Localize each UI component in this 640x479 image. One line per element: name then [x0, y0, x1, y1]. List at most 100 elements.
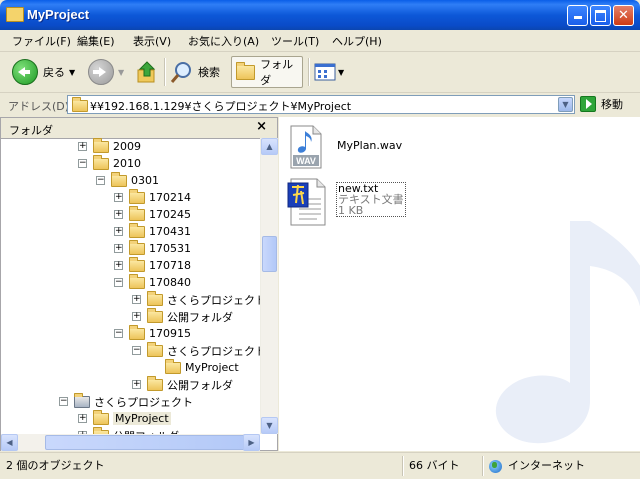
status-divider: [402, 456, 404, 476]
network-share-icon: [74, 392, 90, 408]
forward-button[interactable]: ▼: [88, 57, 124, 87]
folder-icon: [165, 358, 181, 374]
expand-icon[interactable]: +: [114, 244, 123, 253]
tree-node[interactable]: +公開フォルダ: [132, 307, 233, 325]
back-arrow-icon: [12, 59, 38, 85]
tree-node[interactable]: − 170915: [114, 324, 191, 342]
collapse-icon[interactable]: −: [114, 329, 123, 338]
folder-icon: [6, 7, 24, 22]
tree-node-label: さくらプロジェクト: [94, 395, 193, 409]
zone-label: インターネット: [508, 459, 585, 472]
scroll-thumb[interactable]: [262, 236, 277, 272]
folders-label: フォルダ: [260, 58, 294, 87]
tree-node[interactable]: − さくらプロジェクト: [132, 341, 260, 359]
address-input[interactable]: ¥¥192.168.1.129¥さくらプロジェクト¥MyProject ▼: [67, 95, 575, 114]
tree-node[interactable]: +2009: [78, 138, 141, 155]
folder-icon: [129, 222, 145, 238]
folder-icon: [129, 273, 145, 289]
expand-icon[interactable]: +: [114, 227, 123, 236]
scroll-down-button[interactable]: ▼: [261, 417, 278, 434]
search-button[interactable]: 検索: [170, 57, 220, 87]
maximize-icon: [595, 10, 606, 22]
file-name: MyPlan.wav: [337, 139, 403, 152]
expand-icon[interactable]: +: [132, 380, 141, 389]
menu-bar: ファイル(F) 編集(E) 表示(V) お気に入り(A) ツール(T) ヘルプ(…: [0, 30, 640, 77]
explorer-window: MyProject ✕ ファイル(F) 編集(E) 表示(V) お気に入り(A)…: [0, 0, 640, 479]
folder-icon: [236, 61, 256, 80]
expand-icon[interactable]: +: [114, 261, 123, 270]
folders-button[interactable]: フォルダ: [231, 56, 303, 88]
tree-node[interactable]: − 2010: [78, 154, 141, 172]
tree-node-label: MyProject: [113, 412, 171, 425]
tree-node[interactable]: +170531: [114, 239, 191, 257]
tree-horizontal-scrollbar[interactable]: ◀ ▶: [1, 434, 260, 451]
expand-icon[interactable]: +: [114, 193, 123, 202]
up-folder-button[interactable]: [136, 57, 158, 87]
minimize-icon: [573, 16, 582, 19]
tree-vertical-scrollbar[interactable]: ▲ ▼: [260, 138, 278, 434]
expand-icon[interactable]: +: [114, 210, 123, 219]
address-dropdown-button[interactable]: ▼: [558, 97, 573, 112]
expand-icon[interactable]: +: [78, 142, 87, 151]
collapse-icon[interactable]: −: [78, 159, 87, 168]
folder-icon: [93, 138, 109, 153]
menu-favorites[interactable]: お気に入り(A): [188, 33, 259, 49]
close-button[interactable]: ✕: [613, 5, 634, 26]
tree-node[interactable]: − 170840: [114, 273, 191, 291]
chevron-down-icon: ▼: [118, 67, 125, 77]
tree-node[interactable]: MyProject: [150, 358, 239, 376]
tree-node[interactable]: + MyProject: [78, 409, 171, 427]
collapse-icon[interactable]: −: [59, 397, 68, 406]
collapse-icon[interactable]: −: [114, 278, 123, 287]
tree-node[interactable]: +170245: [114, 205, 191, 223]
folder-icon: [129, 324, 145, 340]
folder-pane-title: フォルダ: [9, 124, 53, 137]
scroll-up-button[interactable]: ▲: [261, 138, 278, 155]
views-button[interactable]: ▼: [314, 57, 344, 87]
tree-node[interactable]: +170214: [114, 188, 191, 206]
back-button[interactable]: 戻る ▼: [12, 57, 75, 87]
toolbar-separator: [164, 58, 166, 86]
folder-icon: [111, 171, 127, 187]
file-item-txt[interactable]: new.txt テキスト文書 1 KB: [287, 177, 487, 229]
maximize-button[interactable]: [590, 5, 611, 26]
go-button[interactable]: 移動: [580, 96, 623, 112]
close-pane-button[interactable]: ×: [256, 119, 267, 134]
tree-node[interactable]: + さくらプロジェクト: [132, 290, 260, 308]
forward-arrow-icon: [88, 59, 114, 85]
menu-help[interactable]: ヘルプ(H): [332, 33, 382, 49]
menu-file[interactable]: ファイル(F): [12, 33, 71, 49]
scroll-left-button[interactable]: ◀: [1, 434, 18, 451]
tree-node[interactable]: +公開フォルダ: [132, 375, 233, 393]
tree-node[interactable]: +公開フォルダ: [78, 426, 179, 434]
title-bar[interactable]: MyProject ✕: [0, 0, 640, 30]
music-note-watermark-icon: [495, 221, 640, 444]
file-list-pane[interactable]: WAV MyPlan.wav new.txt テキスト文書 1 KB: [279, 117, 640, 451]
folder-icon: [129, 239, 145, 255]
file-item-wav[interactable]: WAV MyPlan.wav: [289, 125, 489, 173]
tree-node[interactable]: − さくらプロジェクト: [59, 392, 193, 410]
menu-edit[interactable]: 編集(E): [77, 33, 115, 49]
address-bar: アドレス(D) ¥¥192.168.1.129¥さくらプロジェクト¥MyProj…: [0, 93, 640, 117]
collapse-icon[interactable]: −: [132, 346, 141, 355]
folder-icon: [147, 375, 163, 391]
folder-icon: [129, 256, 145, 272]
total-size: 66 バイト: [409, 459, 460, 472]
minimize-button[interactable]: [567, 5, 588, 26]
collapse-icon[interactable]: −: [96, 176, 105, 185]
tree-node-label: 170214: [149, 191, 191, 204]
expand-icon[interactable]: +: [132, 295, 141, 304]
tree-node[interactable]: − 0301: [96, 171, 159, 189]
file-size: 1 KB: [338, 204, 364, 217]
tree-node[interactable]: +170431: [114, 222, 191, 240]
expand-icon[interactable]: +: [132, 312, 141, 321]
scroll-right-button[interactable]: ▶: [243, 434, 260, 451]
menu-view[interactable]: 表示(V): [133, 33, 171, 49]
address-path: ¥¥192.168.1.129¥さくらプロジェクト¥MyProject: [90, 100, 352, 113]
scroll-thumb[interactable]: [45, 435, 257, 450]
expand-icon[interactable]: +: [78, 414, 87, 423]
folder-tree: +2009−2010−0301 +170214 +170245 +170431 +170…: [1, 138, 260, 434]
folder-icon: [93, 409, 109, 425]
menu-tools[interactable]: ツール(T): [271, 33, 319, 49]
tree-node[interactable]: +170718: [114, 256, 191, 274]
